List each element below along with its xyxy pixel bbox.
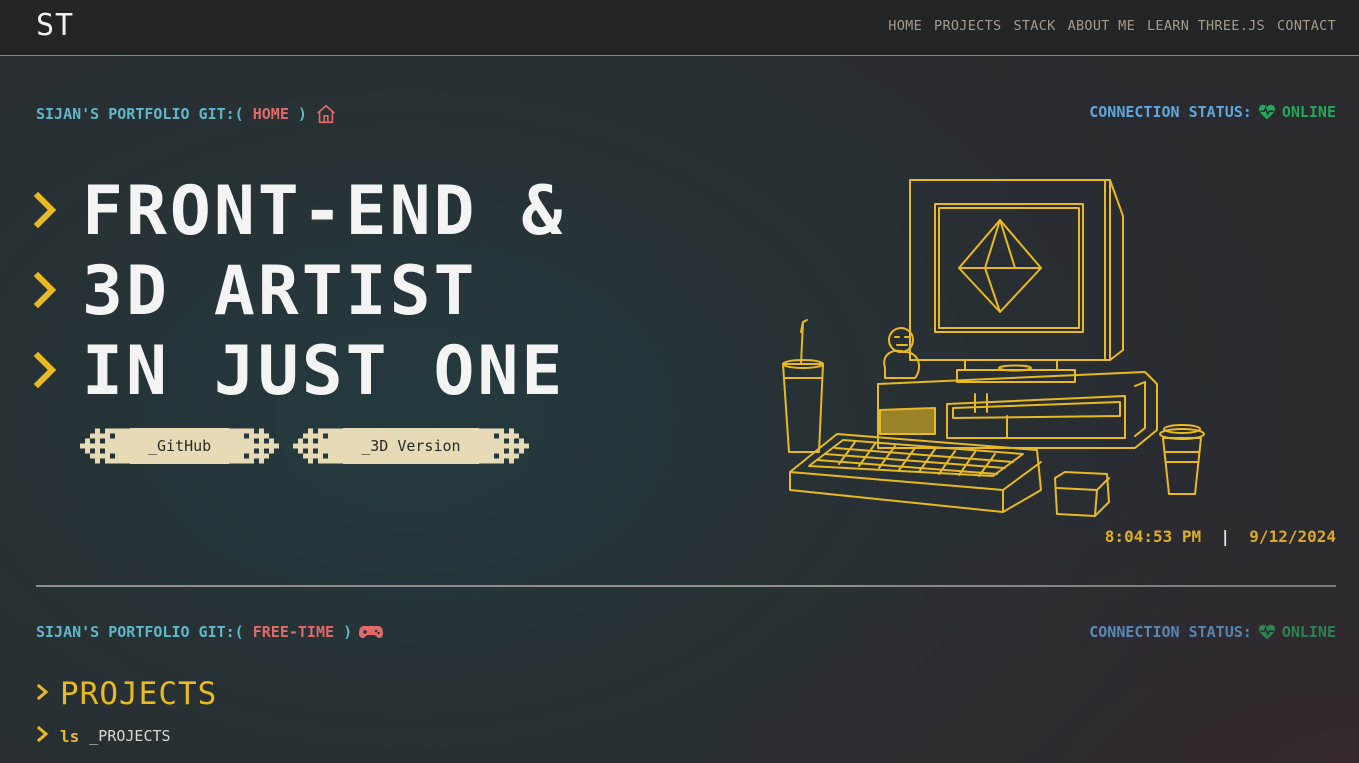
drink-cup-icon [782, 319, 824, 453]
command-argument: _PROJECTS [89, 727, 171, 745]
hero-git-line: SIJAN'S PORTFOLIO GIT:( HOME ) [36, 103, 337, 125]
pixel-edge-right-icon [478, 428, 529, 464]
clock-date: 9/12/2024 [1249, 527, 1336, 546]
clock-time: 8:04:53 PM [1104, 527, 1202, 546]
status-label: CONNECTION STATUS: [1089, 623, 1252, 641]
git-branch: FREE-TIME [252, 623, 335, 641]
headline-line-3: IN JUST ONE [82, 332, 566, 411]
hero-headline: FRONT-END & 3D ARTIST IN JUST ONE [32, 172, 565, 412]
nav-contact[interactable]: CONTACT [1277, 18, 1336, 34]
nav-stack[interactable]: STACK [1013, 18, 1055, 34]
chevron-right-icon [32, 190, 60, 234]
headline-row: FRONT-END & [32, 172, 565, 252]
projects-title: PROJECTS [60, 676, 218, 712]
chevron-right-icon [36, 682, 50, 706]
clock-readout: 8:04:53 PM | 9/12/2024 [1105, 527, 1336, 546]
pixel-edge-right-icon [229, 428, 280, 464]
status-label: CONNECTION STATUS: [1089, 103, 1252, 121]
projects-heading: PROJECTS [36, 676, 217, 712]
gamepad-icon [358, 624, 384, 640]
clock-separator: | [1220, 527, 1231, 546]
nav-learn-threejs[interactable]: LEARN THREE.JS [1147, 18, 1265, 34]
desktop-case-icon [877, 371, 1158, 449]
main-nav: HOME PROJECTS STACK ABOUT ME LEARN THREE… [888, 18, 1336, 34]
nav-home[interactable]: HOME [888, 18, 922, 34]
top-navbar: ST HOME PROJECTS STACK ABOUT ME LEARN TH… [0, 0, 1359, 56]
keyboard-icon [789, 433, 1042, 513]
command-keyword: ls [60, 726, 80, 746]
retro-computer-illustration [775, 172, 1215, 522]
section-divider [36, 585, 1336, 587]
git-suffix: ) [297, 105, 307, 123]
chevron-right-icon [36, 724, 50, 748]
pixel-edge-left-icon [80, 428, 130, 464]
git-prefix: SIJAN'S PORTFOLIO GIT:( [36, 623, 244, 641]
git-prefix: SIJAN'S PORTFOLIO GIT:( [36, 105, 244, 123]
headline-line-2: 3D ARTIST [82, 252, 478, 331]
section2-connection-status: CONNECTION STATUS: ONLINE [1089, 623, 1336, 641]
github-button-label: _GitHub [130, 428, 230, 464]
github-button[interactable]: _GitHub [80, 428, 280, 464]
heartbeat-icon [1258, 624, 1276, 640]
nav-projects[interactable]: PROJECTS [934, 18, 1001, 34]
3d-version-button[interactable]: _3D Version [293, 428, 529, 464]
git-branch: HOME [252, 105, 289, 123]
chevron-right-icon [32, 270, 60, 314]
section2-git-line: SIJAN'S PORTFOLIO GIT:( FREE-TIME ) [36, 623, 384, 641]
heartbeat-icon [1258, 104, 1276, 120]
nav-about-me[interactable]: ABOUT ME [1068, 18, 1135, 34]
coffee-cup-icon [1159, 424, 1205, 495]
monitor-icon [909, 179, 1124, 383]
headline-row: IN JUST ONE [32, 332, 565, 412]
git-suffix: ) [343, 623, 353, 641]
chevron-right-icon [32, 350, 60, 394]
status-value: ONLINE [1281, 103, 1336, 121]
hero-connection-status: CONNECTION STATUS: ONLINE [1089, 103, 1336, 121]
status-value: ONLINE [1281, 623, 1336, 641]
pixel-edge-left-icon [293, 428, 344, 464]
terminal-command: ls _PROJECTS [36, 724, 171, 748]
site-logo[interactable]: ST [36, 8, 74, 43]
3d-version-button-label: _3D Version [343, 428, 479, 464]
mouse-icon [1054, 471, 1110, 517]
headline-row: 3D ARTIST [32, 252, 565, 332]
headline-line-1: FRONT-END & [82, 172, 566, 251]
hero-buttons: _GitHub _3D Version [80, 428, 529, 464]
home-icon [315, 103, 337, 125]
rubber-duck-icon [883, 327, 921, 379]
